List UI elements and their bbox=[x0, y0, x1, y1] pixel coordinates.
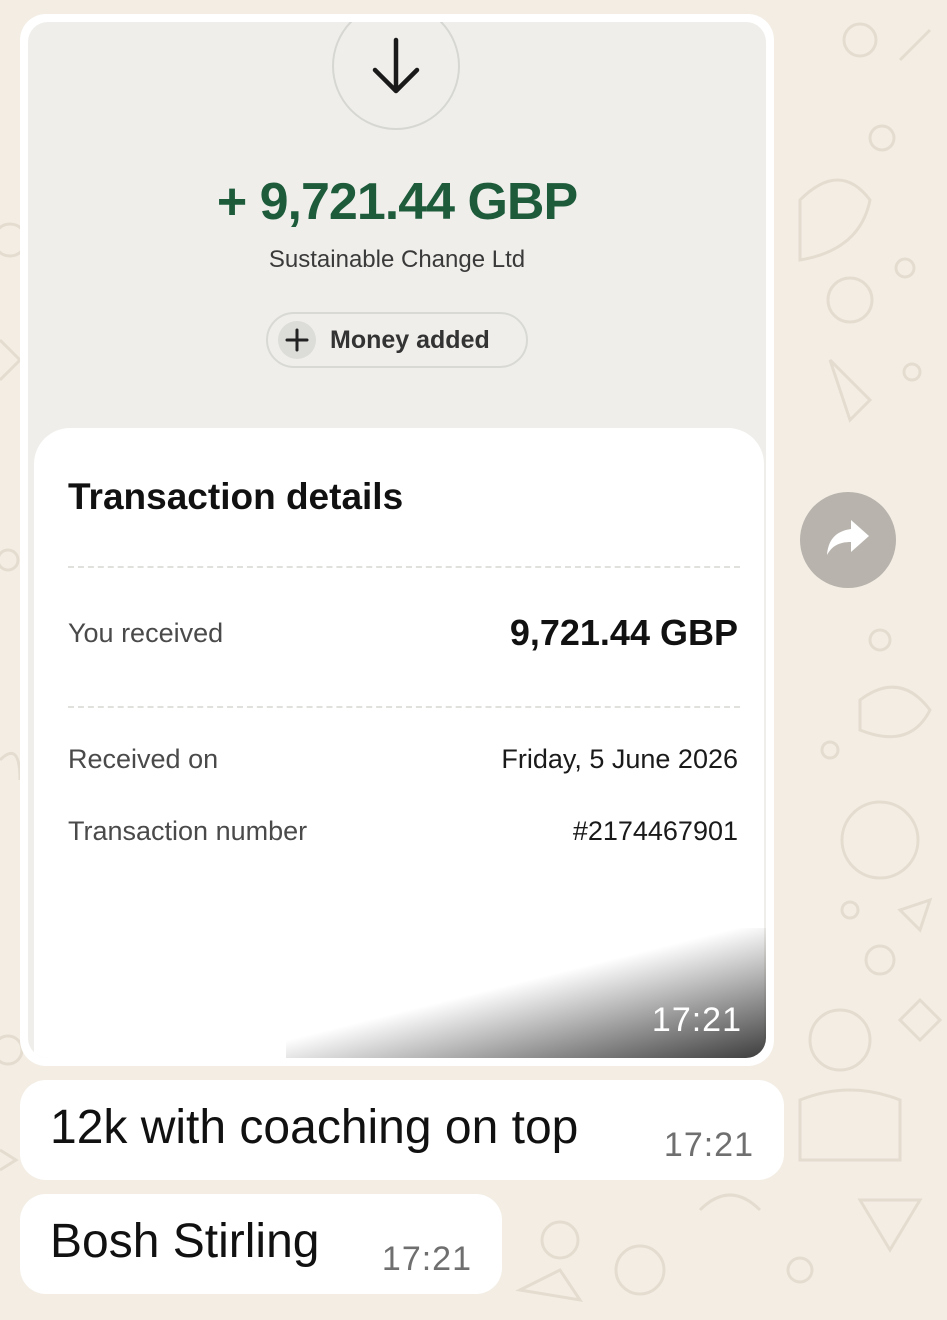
received-amount: + 9,721.44 GBP bbox=[216, 173, 578, 231]
you-received-value: 9,721.44 GBP bbox=[509, 612, 738, 653]
message-bubble[interactable]: Bosh Stirling 17:21 bbox=[20, 1194, 502, 1294]
plus-icon bbox=[278, 321, 316, 359]
card-title: Transaction details bbox=[68, 476, 404, 517]
received-on-value: Friday, 5 June 2026 bbox=[501, 744, 738, 774]
you-received-label: You received bbox=[68, 618, 224, 648]
image-message-time: 17:21 bbox=[651, 1001, 742, 1039]
forward-icon bbox=[825, 518, 871, 563]
image-message-bubble[interactable]: + 9,721.44 GBP Sustainable Change Ltd Mo… bbox=[20, 14, 774, 1066]
money-added-label: Money added bbox=[330, 325, 490, 354]
down-arrow-icon bbox=[332, 22, 460, 130]
transaction-number-value: #2174467901 bbox=[572, 816, 738, 846]
received-on-label: Received on bbox=[68, 744, 219, 774]
message-time: 17:21 bbox=[381, 1240, 472, 1278]
transaction-screenshot[interactable]: + 9,721.44 GBP Sustainable Change Ltd Mo… bbox=[28, 22, 766, 1058]
message-time: 17:21 bbox=[663, 1126, 754, 1164]
message-text: 12k with coaching on top bbox=[50, 1101, 579, 1154]
transaction-number-label: Transaction number bbox=[68, 816, 308, 846]
message-bubble[interactable]: 12k with coaching on top 17:21 bbox=[20, 1080, 784, 1180]
message-text: Bosh Stirling bbox=[50, 1215, 320, 1268]
payer-name: Sustainable Change Ltd bbox=[268, 246, 526, 273]
divider bbox=[68, 706, 740, 708]
divider bbox=[68, 566, 740, 568]
forward-button[interactable] bbox=[800, 492, 896, 588]
money-added-badge: Money added bbox=[266, 312, 528, 368]
